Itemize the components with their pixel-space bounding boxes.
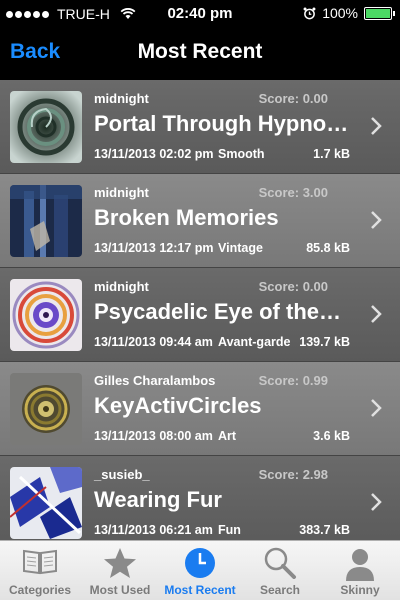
item-size: 383.7 kB — [299, 523, 350, 537]
chevron-right-icon — [371, 117, 382, 135]
item-date: 13/11/2013 08:00 am — [94, 429, 213, 443]
thumbnail-image — [10, 373, 82, 445]
book-icon — [23, 549, 57, 575]
chevron-right-icon — [371, 211, 382, 229]
item-style: Avant-garde — [218, 335, 291, 349]
tab-search[interactable]: Search — [240, 541, 320, 600]
item-size: 1.7 kB — [313, 147, 350, 161]
tab-categories[interactable]: Categories — [0, 541, 80, 600]
list-item[interactable]: Gilles Charalambos Score: 0.99 KeyActivC… — [0, 362, 400, 456]
item-author: Gilles Charalambos — [94, 373, 216, 388]
item-size: 3.6 kB — [313, 429, 350, 443]
item-style: Vintage — [218, 241, 263, 255]
tab-label: Most Recent — [164, 583, 236, 597]
item-author: midnight — [94, 91, 149, 106]
tab-label: Most Used — [89, 583, 151, 597]
item-title: Broken Memories — [94, 205, 279, 230]
item-style: Smooth — [218, 147, 265, 161]
item-date: 13/11/2013 09:44 am — [94, 335, 213, 349]
tab-bar: Categories Most Used Most Recent Search … — [0, 540, 400, 600]
chevron-right-icon — [371, 305, 382, 323]
item-style: Art — [218, 429, 237, 443]
list-item[interactable]: midnight Score: 3.00 Broken Memories 13/… — [0, 174, 400, 268]
item-title: Psycadelic Eye of the… — [94, 299, 341, 324]
thumbnail-image — [10, 279, 82, 351]
clock-icon — [185, 548, 215, 578]
magnifier-icon — [264, 547, 296, 579]
chevron-right-icon — [371, 399, 382, 417]
tab-label: Categories — [8, 583, 72, 597]
tab-label: Search — [259, 583, 301, 597]
item-title: Portal Through Hypnosis — [94, 111, 356, 136]
tab-most-used[interactable]: Most Used — [80, 541, 160, 600]
item-author: midnight — [94, 185, 149, 200]
list-item[interactable]: midnight Score: 0.00 Portal Through Hypn… — [0, 80, 400, 174]
item-score: Score: 0.99 — [258, 373, 328, 388]
battery-icon — [364, 6, 395, 20]
star-icon — [104, 548, 136, 578]
item-date: 13/11/2013 02:02 pm — [94, 147, 214, 161]
tab-skinny[interactable]: Skinny — [320, 541, 400, 600]
navigation-bar: Back Most Recent — [0, 28, 400, 80]
chevron-right-icon — [371, 493, 382, 511]
battery-percent: 100% — [322, 5, 358, 21]
thumbnail-image — [10, 185, 82, 257]
item-score: Score: 2.98 — [258, 467, 328, 482]
item-style: Fun — [218, 523, 241, 537]
item-title: KeyActivCircles — [94, 393, 262, 418]
tab-label: Skinny — [340, 583, 380, 597]
item-date: 13/11/2013 06:21 am — [94, 523, 213, 537]
status-right: 100% — [303, 5, 395, 21]
status-bar: TRUE-H 02:40 pm 100% — [0, 0, 400, 28]
recent-list[interactable]: midnight Score: 0.00 Portal Through Hypn… — [0, 80, 400, 540]
item-author: midnight — [94, 279, 149, 294]
item-score: Score: 0.00 — [258, 279, 328, 294]
list-item[interactable]: _susieb_ Score: 2.98 Wearing Fur 13/11/2… — [0, 456, 400, 540]
list-item[interactable]: midnight Score: 0.00 Psycadelic Eye of t… — [0, 268, 400, 362]
item-size: 139.7 kB — [299, 335, 350, 349]
item-date: 13/11/2013 12:17 pm — [94, 241, 214, 255]
item-score: Score: 3.00 — [258, 185, 328, 200]
item-size: 85.8 kB — [306, 241, 350, 255]
person-icon — [346, 549, 374, 581]
item-author: _susieb_ — [94, 467, 150, 482]
tab-most-recent[interactable]: Most Recent — [160, 541, 240, 600]
back-button[interactable]: Back — [10, 40, 60, 64]
thumbnail-image — [10, 91, 82, 163]
item-title: Wearing Fur — [94, 487, 222, 512]
item-score: Score: 0.00 — [258, 91, 328, 106]
alarm-icon — [303, 7, 316, 19]
thumbnail-image — [10, 467, 82, 539]
